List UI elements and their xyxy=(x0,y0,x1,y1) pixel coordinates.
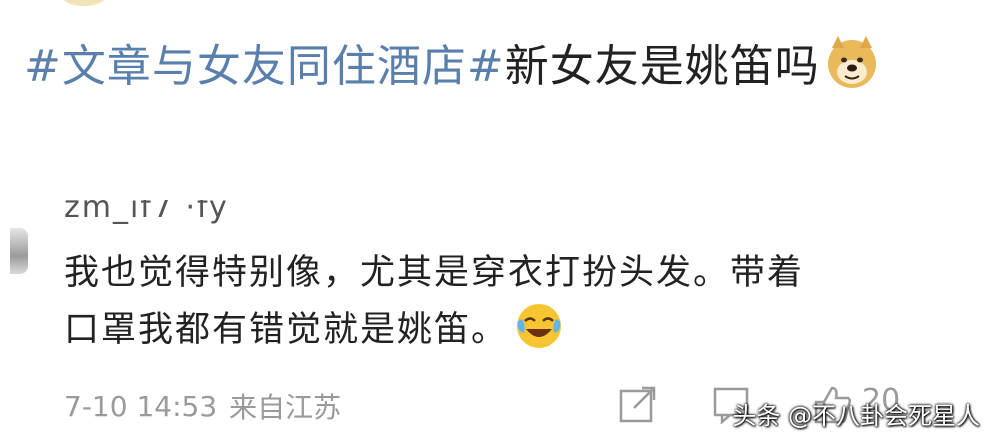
comment-line-1: 我也觉得特别像，尤其是穿衣打扮头发。带着 xyxy=(64,253,805,293)
comment-meta: 7-10 14:53 来自江苏 xyxy=(64,386,341,426)
watermark: 头条 @不八卦会死星人 xyxy=(732,402,980,430)
comment-time: 7-10 14:53 xyxy=(64,389,218,423)
avatar[interactable] xyxy=(10,228,28,274)
hashtag-link[interactable]: #文章与女友同住酒店# xyxy=(24,30,505,94)
post-text: 新女友是姚笛吗 xyxy=(504,41,820,92)
cropped-emoji-fragment xyxy=(62,0,106,6)
share-icon[interactable] xyxy=(618,384,658,424)
post-text-line: #文章与女友同住酒店# 新女友是姚笛吗 xyxy=(24,30,880,94)
doge-emoji-icon xyxy=(827,36,876,88)
comment-source: 来自江苏 xyxy=(229,391,342,424)
comment-username[interactable]: zm_if7 ·fy xyxy=(64,200,229,226)
comment-body: 我也觉得特别像，尤其是穿衣打扮头发。带着 口罩我都有错觉就是姚笛。 xyxy=(64,246,924,358)
laugh-cry-emoji-icon xyxy=(517,304,562,348)
comment-line-2: 口罩我都有错觉就是姚笛。 xyxy=(64,301,924,358)
